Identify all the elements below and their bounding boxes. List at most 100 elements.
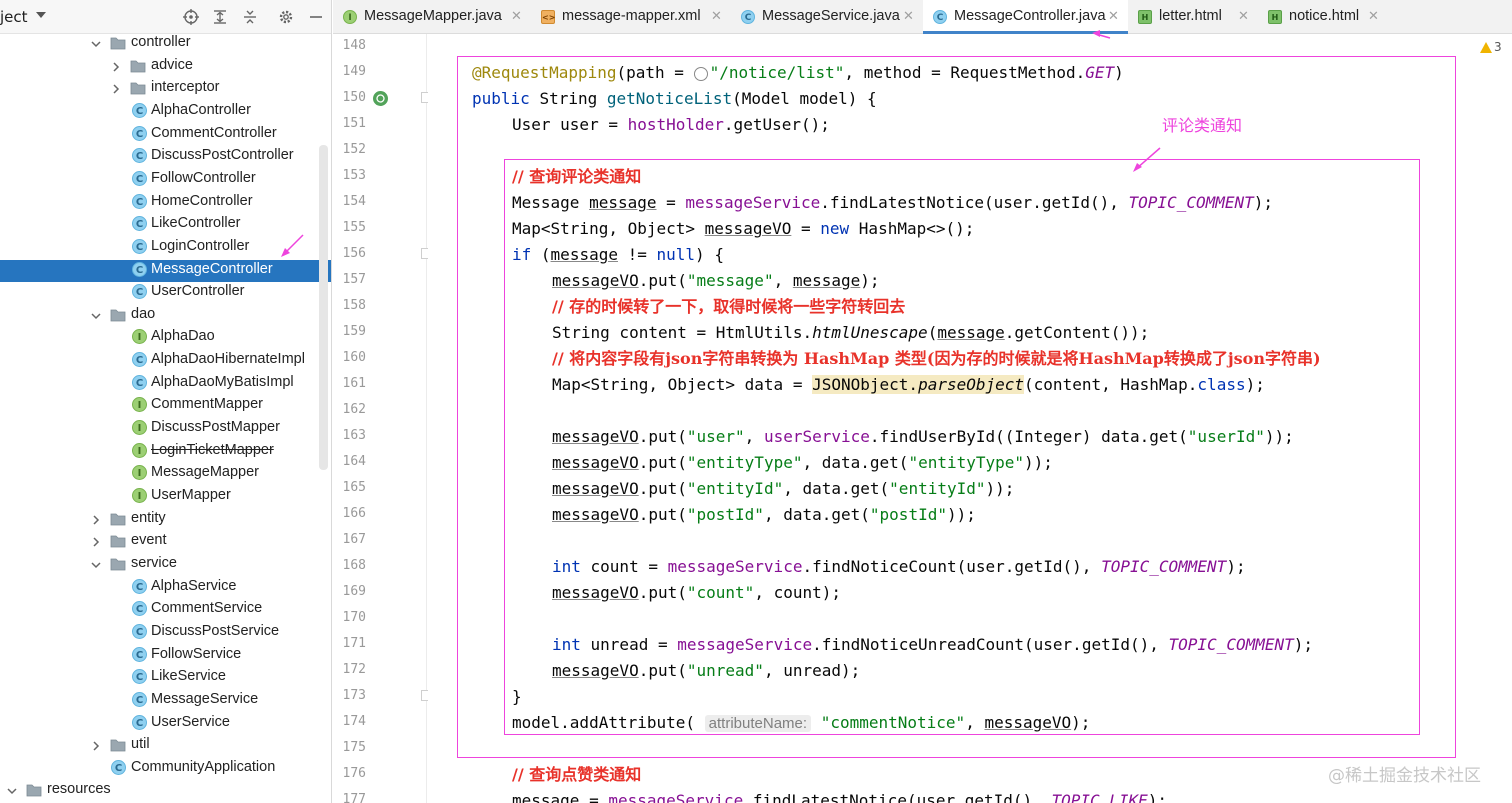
editor-tab[interactable]: I MessageMapper.java ✕ (333, 0, 531, 34)
code-token: messageVO (552, 505, 639, 524)
chevron-right-icon[interactable] (110, 61, 122, 73)
tree-file[interactable]: C MessageController (0, 259, 331, 283)
tree-file[interactable]: C DiscussPostController (0, 146, 331, 169)
line-number: 171 (342, 636, 366, 651)
tree-file[interactable]: C HomeController (0, 192, 331, 215)
editor-tab[interactable]: C MessageService.java ✕ (731, 0, 923, 34)
expand-all-icon[interactable] (212, 9, 228, 25)
close-icon[interactable]: ✕ (1368, 9, 1379, 24)
interface-icon: I (343, 10, 357, 24)
code-line: // 查询点赞类通知 (512, 762, 641, 788)
tree-file[interactable]: I AlphaDao (0, 327, 331, 350)
tree-folder[interactable]: interceptor (0, 78, 331, 101)
code-token: HashMap<>(); (858, 219, 975, 238)
code-line: int unread = messageService.findNoticeUn… (552, 632, 1313, 658)
tree-file[interactable]: C MessageService (0, 690, 331, 713)
tree-file[interactable]: C AlphaDaoMyBatisImpl (0, 373, 331, 396)
close-icon[interactable]: ✕ (1108, 9, 1119, 24)
chevron-right-icon[interactable] (90, 514, 102, 526)
inspection-widget[interactable]: 3 (1480, 40, 1502, 54)
tree-file[interactable]: C AlphaDaoHibernateImpl (0, 350, 331, 373)
code-token: public (472, 89, 540, 108)
tree-file[interactable]: I UserMapper (0, 486, 331, 509)
hide-panel-icon[interactable] (308, 9, 324, 25)
tree-file[interactable]: C DiscussPostService (0, 622, 331, 645)
class-icon: C (132, 578, 147, 594)
html-file-icon: H (1268, 10, 1282, 24)
tree-folder[interactable]: controller (0, 33, 331, 56)
chevron-down-icon[interactable] (90, 38, 102, 50)
class-icon: C (132, 261, 147, 277)
chevron-down-icon[interactable] (90, 559, 102, 571)
code-token: = (791, 219, 821, 238)
folder-icon (130, 60, 146, 73)
project-view-selector[interactable]: ject (0, 8, 28, 26)
chevron-right-icon[interactable] (110, 83, 122, 95)
collapse-all-icon[interactable] (242, 9, 258, 25)
code-editor[interactable]: @RequestMapping(path = "/notice/list", m… (428, 34, 1512, 803)
class-icon: C (132, 646, 147, 662)
tree-item-label: LikeService (151, 668, 226, 685)
tree-folder[interactable]: resources (0, 780, 331, 803)
tree-file[interactable]: C LikeService (0, 667, 331, 690)
chevron-right-icon[interactable] (90, 536, 102, 548)
code-token: message (589, 193, 657, 212)
tree-file[interactable]: C AlphaController (0, 101, 331, 124)
line-number: 148 (342, 38, 366, 53)
annotation-label: 评论类通知 (1162, 116, 1243, 135)
tree-item-label: interceptor (151, 79, 220, 96)
code-line: Map<String, Object> messageVO = new Hash… (512, 216, 974, 242)
tree-item-label: LoginTicketMapper (151, 441, 274, 458)
locate-icon[interactable] (183, 9, 199, 25)
tree-folder[interactable]: util (0, 735, 331, 758)
code-token: ); (1147, 791, 1168, 803)
tree-file[interactable]: C FollowController (0, 169, 331, 192)
close-icon[interactable]: ✕ (711, 9, 722, 24)
code-line: messageVO.put("entityId", data.get("enti… (552, 476, 1014, 502)
code-token: htmlUnescape (812, 323, 928, 342)
close-icon[interactable]: ✕ (1238, 9, 1249, 24)
chevron-down-icon[interactable] (90, 310, 102, 322)
code-line: messageVO.put("entityType", data.get("en… (552, 450, 1053, 476)
tree-file[interactable]: C CommunityApplication (0, 758, 331, 781)
tree-file[interactable]: I LoginTicketMapper (0, 441, 331, 464)
tree-file[interactable]: I CommentMapper (0, 395, 331, 418)
code-token: messageService (667, 557, 803, 576)
tree-file[interactable]: C CommentController (0, 124, 331, 147)
editor-tab[interactable]: Hnotice.html ✕ (1258, 0, 1388, 34)
chevron-down-icon[interactable] (6, 785, 18, 797)
web-endpoint-icon[interactable] (373, 91, 388, 106)
tree-folder[interactable]: service (0, 554, 331, 577)
class-icon: C (132, 714, 147, 730)
tree-file[interactable]: I DiscussPostMapper (0, 418, 331, 441)
tree-file[interactable]: C UserController (0, 282, 331, 305)
folder-icon (110, 513, 126, 526)
tree-file[interactable]: C CommentService (0, 599, 331, 622)
tree-item-label: AlphaDao (151, 328, 215, 345)
editor-tab[interactable]: Hletter.html ✕ (1128, 0, 1258, 34)
tree-folder[interactable]: dao (0, 305, 331, 328)
tree-scrollbar[interactable] (319, 145, 328, 470)
line-number: 162 (342, 402, 366, 417)
code-token: "commentNotice" (820, 713, 966, 732)
tree-file[interactable]: C AlphaService (0, 577, 331, 600)
tree-file[interactable]: C FollowService (0, 645, 331, 668)
close-icon[interactable]: ✕ (903, 9, 914, 24)
editor-tab[interactable]: <> message-mapper.xml ✕ (531, 0, 731, 34)
code-token: , (773, 271, 793, 290)
tree-file[interactable]: C UserService (0, 713, 331, 736)
tree-file[interactable]: I MessageMapper (0, 463, 331, 486)
close-icon[interactable]: ✕ (511, 9, 522, 24)
tree-item-label: DiscussPostController (151, 147, 294, 164)
tree-folder[interactable]: entity (0, 509, 331, 532)
tree-folder[interactable]: advice (0, 56, 331, 79)
tree-item-label: event (131, 532, 167, 549)
chevron-down-icon[interactable] (36, 12, 46, 18)
tree-folder[interactable]: event (0, 531, 331, 554)
globe-icon[interactable] (693, 66, 708, 81)
chevron-right-icon[interactable] (90, 740, 102, 752)
line-number: 152 (342, 142, 366, 157)
line-number: 156 (342, 246, 366, 261)
gear-icon[interactable] (278, 9, 294, 25)
code-line: if (message != null) { (512, 242, 724, 268)
